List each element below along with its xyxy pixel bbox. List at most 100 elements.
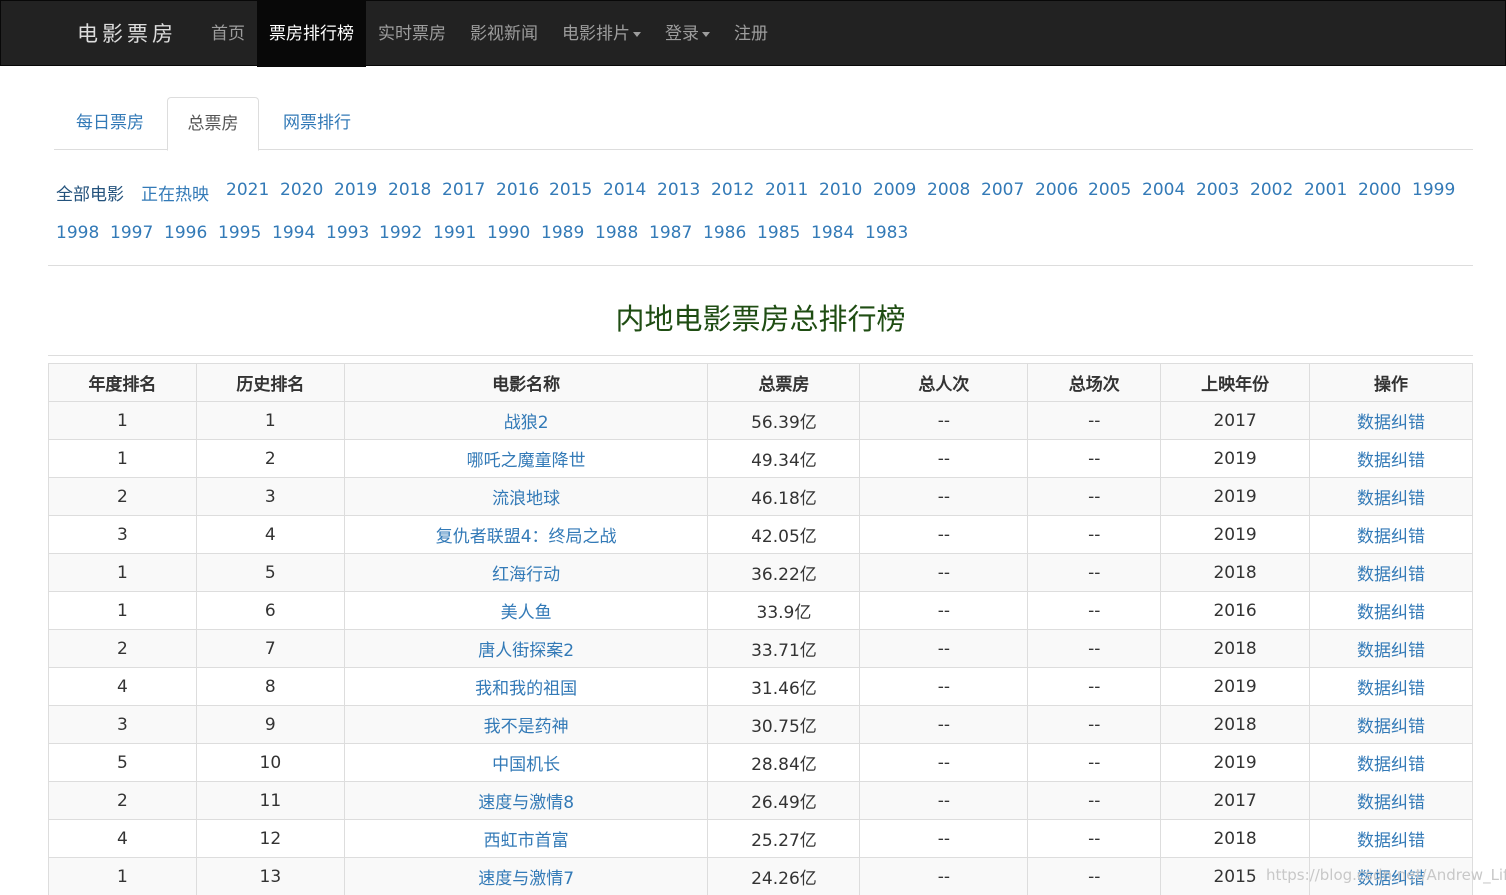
cell-history-rank: 5 (195, 553, 345, 592)
filter-year-link[interactable]: 2014 (603, 180, 646, 200)
film-name-link[interactable]: 速度与激情8 (478, 793, 574, 813)
cell-film-name: 我不是药神 (343, 705, 709, 744)
report-error-link[interactable]: 数据纠错 (1357, 831, 1425, 851)
filter-year-link[interactable]: 1991 (433, 223, 476, 243)
table-row: 1 5 红海行动 36.22亿 -- -- 2018 数据纠错 (48, 553, 1473, 592)
table-row: 2 3 流浪地球 46.18亿 -- -- 2019 数据纠错 (48, 477, 1473, 516)
tab-daily-boxoffice[interactable]: 每日票房 (54, 97, 166, 150)
film-name-link[interactable]: 复仇者联盟4：终局之战 (436, 527, 617, 547)
film-name-link[interactable]: 流浪地球 (492, 489, 560, 509)
filter-year-link[interactable]: 2005 (1088, 180, 1131, 200)
filter-year-link[interactable]: 2012 (711, 180, 754, 200)
cell-action-report: 数据纠错 (1309, 477, 1473, 516)
report-error-link[interactable]: 数据纠错 (1357, 565, 1425, 585)
cell-total-viewers: -- (859, 439, 1029, 478)
nav-home[interactable]: 首页 (199, 1, 257, 67)
report-error-link[interactable]: 数据纠错 (1357, 527, 1425, 547)
top-navbar: 电影票房 首页 票房排行榜 实时票房 影视新闻 电影排片 登录 注册 (0, 0, 1506, 67)
filter-year-link[interactable]: 1987 (649, 223, 692, 243)
film-name-link[interactable]: 我和我的祖国 (475, 679, 577, 699)
film-name-link[interactable]: 中国机长 (492, 755, 560, 775)
cell-total-boxoffice: 25.27亿 (707, 819, 861, 858)
report-error-link[interactable]: 数据纠错 (1357, 755, 1425, 775)
filter-year-link[interactable]: 2001 (1304, 180, 1347, 200)
report-error-link[interactable]: 数据纠错 (1357, 641, 1425, 661)
filter-year-link[interactable]: 1996 (164, 223, 207, 243)
nav-register[interactable]: 注册 (722, 1, 780, 67)
nav-menu: 首页 票房排行榜 实时票房 影视新闻 电影排片 登录 注册 (199, 1, 780, 67)
filter-year-link[interactable]: 2021 (226, 180, 269, 200)
filter-year-link[interactable]: 1995 (218, 223, 261, 243)
filter-year-link[interactable]: 1983 (865, 223, 908, 243)
filter-year-link[interactable]: 1985 (757, 223, 800, 243)
nav-film-news[interactable]: 影视新闻 (458, 1, 550, 67)
nav-boxoffice-rank[interactable]: 票房排行榜 (257, 1, 366, 67)
cell-total-screenings: -- (1027, 401, 1162, 440)
report-error-link[interactable]: 数据纠错 (1357, 451, 1425, 471)
table-row: 1 2 哪吒之魔童降世 49.34亿 -- -- 2019 数据纠错 (48, 439, 1473, 478)
report-error-link[interactable]: 数据纠错 (1357, 413, 1425, 433)
nav-realtime-boxoffice[interactable]: 实时票房 (366, 1, 458, 67)
filter-year-link[interactable]: 1986 (703, 223, 746, 243)
filter-year-link[interactable]: 2006 (1035, 180, 1078, 200)
filter-year-link[interactable]: 2016 (496, 180, 539, 200)
filter-year-link[interactable]: 2004 (1142, 180, 1185, 200)
filter-all-movies[interactable]: 全部电影 (56, 180, 124, 205)
filter-year-link[interactable]: 1989 (541, 223, 584, 243)
film-name-link[interactable]: 我不是药神 (484, 717, 569, 737)
filter-now-showing[interactable]: 正在热映 (141, 180, 209, 205)
report-error-link[interactable]: 数据纠错 (1357, 489, 1425, 509)
cell-total-viewers: -- (859, 515, 1029, 554)
filter-year-link[interactable]: 2000 (1358, 180, 1401, 200)
col-header-total-screenings: 总场次 (1027, 363, 1162, 402)
cell-release-year: 2019 (1160, 515, 1311, 554)
film-name-link[interactable]: 唐人街探案2 (478, 641, 574, 661)
cell-action-report: 数据纠错 (1309, 439, 1473, 478)
nav-schedule-dropdown[interactable]: 电影排片 (550, 1, 653, 67)
filter-year-link[interactable]: 2015 (549, 180, 592, 200)
nav-news-label: 影视新闻 (470, 24, 538, 44)
filter-year-link[interactable]: 2013 (657, 180, 700, 200)
film-name-link[interactable]: 西虹市首富 (484, 831, 569, 851)
filter-year-link[interactable]: 2017 (442, 180, 485, 200)
tab-total-boxoffice[interactable]: 总票房 (167, 97, 259, 151)
filter-year-link[interactable]: 2008 (927, 180, 970, 200)
cell-total-boxoffice: 30.75亿 (707, 705, 861, 744)
col-header-annual-rank: 年度排名 (48, 363, 197, 402)
col-header-history-rank: 历史排名 (195, 363, 345, 402)
filter-year-link[interactable]: 2007 (981, 180, 1024, 200)
report-error-link[interactable]: 数据纠错 (1357, 603, 1425, 623)
film-name-link[interactable]: 红海行动 (492, 565, 560, 585)
film-name-link[interactable]: 美人鱼 (501, 603, 552, 623)
cell-total-viewers: -- (859, 743, 1029, 782)
filter-year-link[interactable]: 2010 (819, 180, 862, 200)
filter-year-link[interactable]: 2018 (388, 180, 431, 200)
filter-year-link[interactable]: 1990 (487, 223, 530, 243)
filter-year-link[interactable]: 1988 (595, 223, 638, 243)
filter-year-link[interactable]: 1994 (272, 223, 315, 243)
filter-year-link[interactable]: 2019 (334, 180, 377, 200)
filter-year-link[interactable]: 2020 (280, 180, 323, 200)
filter-year-link[interactable]: 2002 (1250, 180, 1293, 200)
film-name-link[interactable]: 哪吒之魔童降世 (467, 451, 586, 471)
site-brand[interactable]: 电影票房 (77, 1, 177, 67)
nav-home-label: 首页 (211, 24, 245, 44)
filter-year-link[interactable]: 1993 (326, 223, 369, 243)
report-error-link[interactable]: 数据纠错 (1357, 793, 1425, 813)
filter-year-link[interactable]: 1992 (379, 223, 422, 243)
tab-online-ticket-rank[interactable]: 网票排行 (264, 97, 370, 150)
nav-login-dropdown[interactable]: 登录 (653, 1, 722, 67)
film-name-link[interactable]: 速度与激情7 (478, 869, 574, 889)
filter-year-link[interactable]: 2009 (873, 180, 916, 200)
cell-total-viewers: -- (859, 477, 1029, 516)
filter-year-link[interactable]: 1984 (811, 223, 854, 243)
filter-year-link[interactable]: 1999 (1412, 180, 1455, 200)
filter-year-link[interactable]: 1997 (110, 223, 153, 243)
filter-year-link[interactable]: 2011 (765, 180, 808, 200)
film-name-link[interactable]: 战狼2 (504, 413, 549, 433)
filter-year-link[interactable]: 2003 (1196, 180, 1239, 200)
cell-film-name: 速度与激情7 (343, 857, 709, 895)
filter-year-link[interactable]: 1998 (56, 223, 99, 243)
report-error-link[interactable]: 数据纠错 (1357, 679, 1425, 699)
report-error-link[interactable]: 数据纠错 (1357, 717, 1425, 737)
